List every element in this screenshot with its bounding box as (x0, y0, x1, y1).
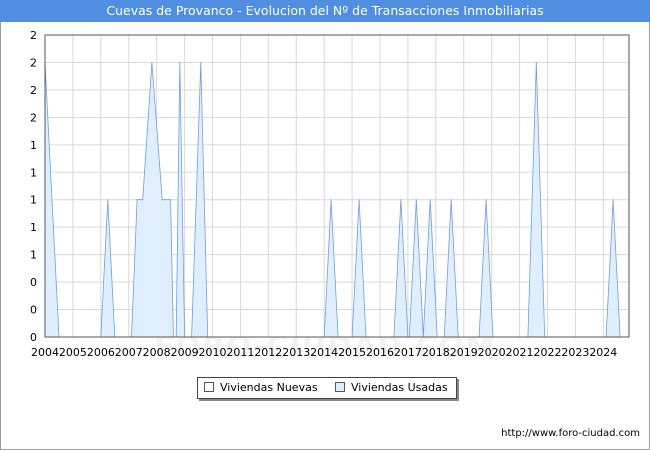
x-tick-label: 2023 (561, 346, 589, 359)
y-tick-label: 2 (30, 29, 37, 42)
x-tick-label: 2020 (478, 346, 506, 359)
x-tick-label: 2009 (171, 346, 199, 359)
x-tick-label: 2011 (226, 346, 254, 359)
x-tick-label: 2013 (282, 346, 310, 359)
legend-swatch-usadas (335, 382, 345, 392)
y-tick-label: 1 (30, 194, 37, 207)
y-tick-label: 2 (30, 111, 37, 124)
footer-url[interactable]: http://www.foro-ciudad.com (501, 428, 640, 439)
legend-label-nuevas: Viviendas Nuevas (220, 381, 318, 394)
y-tick-label: 1 (30, 221, 37, 234)
y-tick-label: 2 (30, 84, 37, 97)
x-tick-label: 2015 (338, 346, 366, 359)
data-point (200, 61, 202, 64)
data-point (151, 61, 153, 64)
legend-item-nuevas: Viviendas Nuevas (204, 381, 318, 395)
data-point (161, 199, 163, 201)
legend-item-usadas: Viviendas Usadas (335, 381, 448, 395)
data-point (107, 199, 109, 201)
x-tick-label: 2005 (59, 346, 87, 359)
data-point (429, 199, 431, 201)
legend: Viviendas Nuevas Viviendas Usadas (197, 377, 457, 399)
x-tick-label: 2016 (366, 346, 394, 359)
data-point (330, 199, 332, 201)
y-tick-label: 2 (30, 56, 37, 69)
x-tick-label: 2012 (254, 346, 282, 359)
x-tick-label: 2014 (310, 346, 338, 359)
y-tick-label: 0 (30, 276, 37, 289)
data-point (179, 61, 181, 64)
x-tick-label: 2004 (31, 346, 59, 359)
x-tick-label: 2024 (589, 346, 617, 359)
x-tick-label: 2010 (198, 346, 226, 359)
data-point (136, 199, 138, 201)
x-tick-label: 2006 (87, 346, 115, 359)
data-point (485, 199, 487, 201)
x-tick-label: 2019 (450, 346, 478, 359)
y-tick-label: 0 (30, 331, 37, 344)
data-point (400, 199, 402, 201)
x-tick-label: 2007 (115, 346, 143, 359)
data-point (612, 199, 614, 201)
x-tick-label: 2021 (506, 346, 534, 359)
legend-swatch-nuevas (204, 382, 214, 392)
y-tick-label: 1 (30, 166, 37, 179)
y-tick-label: 0 (30, 304, 37, 317)
y-tick-label: 1 (30, 139, 37, 152)
data-point (142, 199, 144, 201)
x-tick-label: 2008 (143, 346, 171, 359)
x-tick-label: 2022 (533, 346, 561, 359)
x-tick-label: 2017 (394, 346, 422, 359)
data-point (450, 199, 452, 201)
data-point (535, 61, 537, 64)
data-point (415, 199, 417, 201)
data-point (170, 199, 172, 201)
y-tick-label: 1 (30, 249, 37, 262)
x-tick-label: 2018 (422, 346, 450, 359)
data-point (358, 199, 360, 201)
legend-label-usadas: Viviendas Usadas (351, 381, 448, 394)
